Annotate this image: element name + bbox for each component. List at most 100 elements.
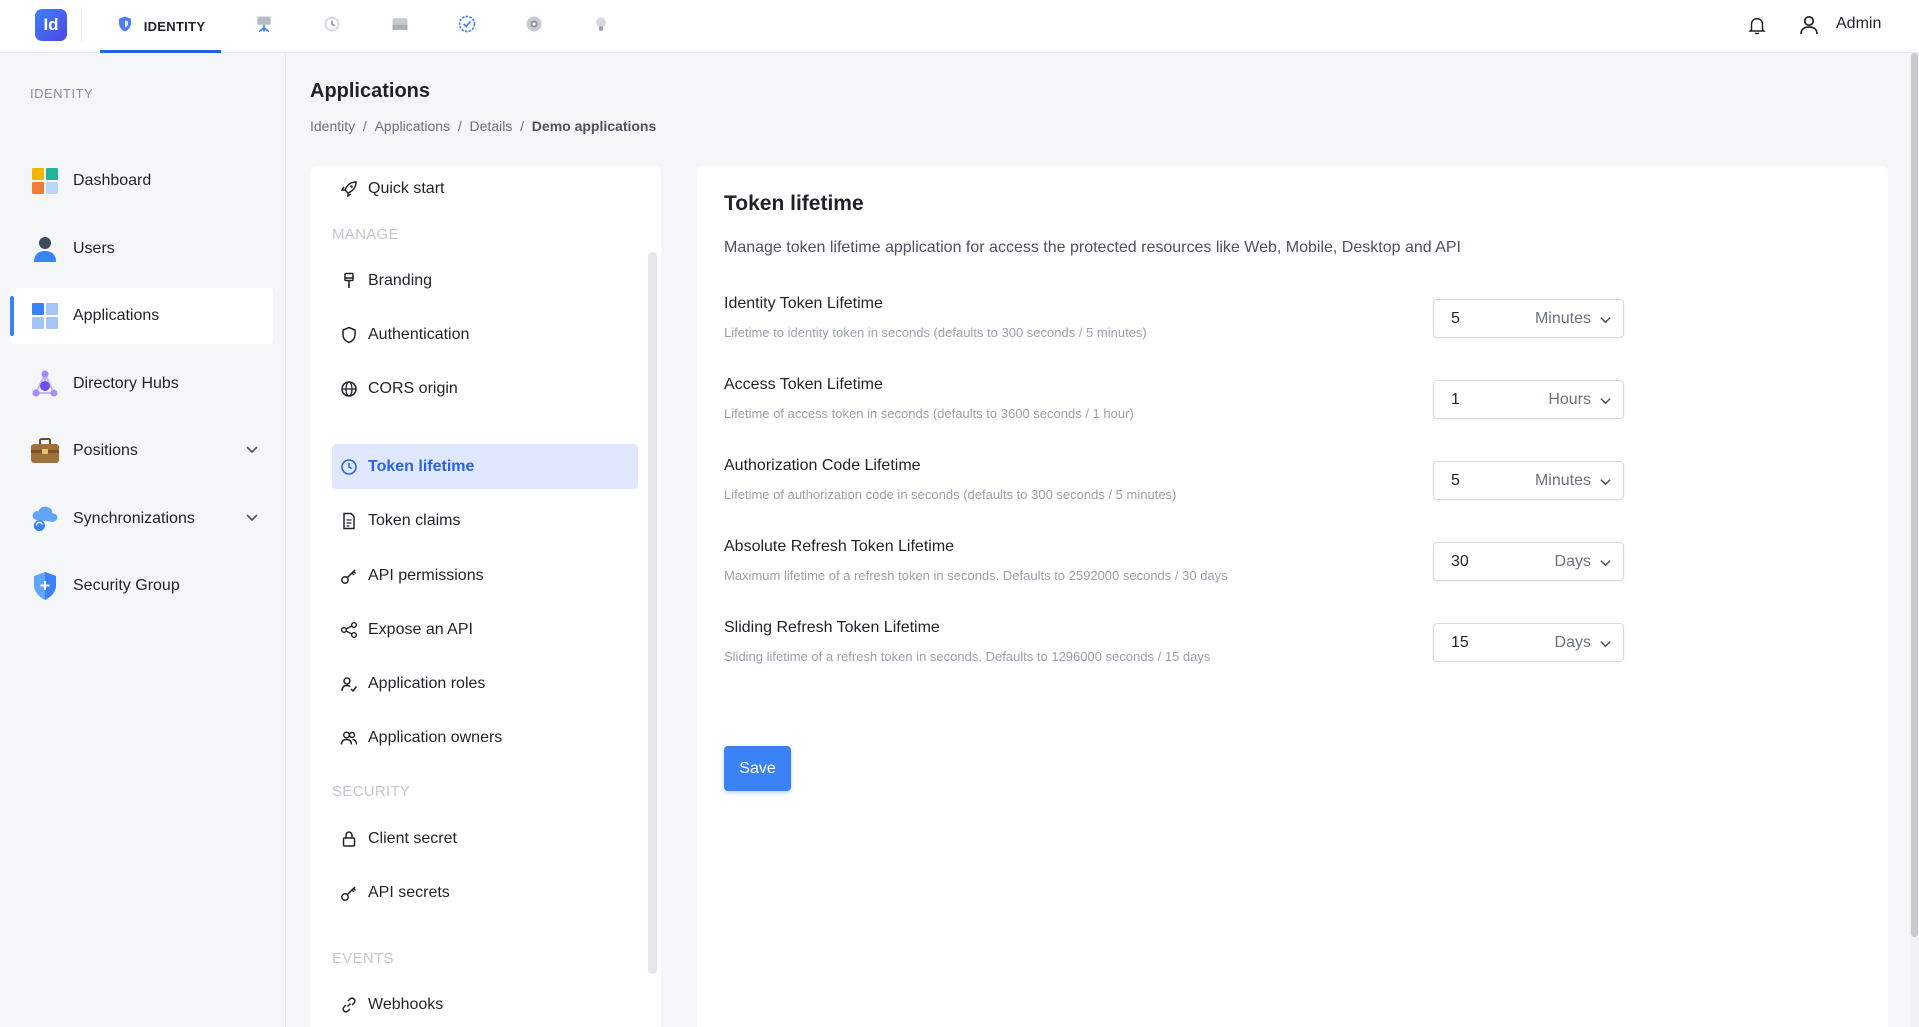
chevron-down-icon[interactable] [1599, 313, 1612, 331]
nav-scrollbar[interactable] [648, 252, 657, 974]
field-unit-select[interactable]: Days [1555, 634, 1591, 652]
absolute-refresh-token-lifetime-input[interactable]: 30 Days [1433, 542, 1624, 581]
sidebar-item-synchronizations[interactable]: Synchronizations [10, 491, 273, 547]
field-help-authorization-code: Lifetime of authorization code in second… [724, 487, 1177, 502]
key-icon [340, 884, 358, 902]
page-scrollbar[interactable] [1910, 53, 1919, 1027]
nav-item-label: Webhooks [368, 995, 444, 1013]
field-label-sliding-refresh: Sliding Refresh Token Lifetime [724, 619, 940, 636]
briefcase-icon [30, 436, 60, 466]
dashboard-icon [30, 166, 60, 196]
bell-icon[interactable] [1746, 14, 1768, 41]
nav-item-token-claims[interactable]: Token claims [332, 498, 638, 543]
sidebar-item-dashboard[interactable]: Dashboard [10, 153, 273, 209]
nav-item-quick-start[interactable]: Quick start [332, 166, 638, 211]
nav-item-label: Branding [368, 271, 433, 289]
globe-icon [340, 380, 358, 398]
chevron-down-icon[interactable] [245, 510, 259, 529]
chevron-down-icon[interactable] [1599, 637, 1612, 655]
sidebar-item-label: Applications [73, 307, 160, 324]
shield-icon [340, 326, 358, 344]
nav-item-expose-an-api[interactable]: Expose an API [332, 607, 638, 652]
nav-item-webhooks[interactable]: Webhooks [332, 982, 638, 1027]
field-help-absolute-refresh: Maximum lifetime of a refresh token in s… [724, 568, 1228, 583]
tab-identity[interactable]: IDENTITY [100, 0, 221, 53]
chevron-down-icon[interactable] [245, 442, 259, 461]
nav-item-label: Application roles [368, 674, 486, 692]
nav-item-label: Application owners [368, 728, 503, 746]
nav-item-label: CORS origin [368, 379, 458, 397]
nav-item-label: API secrets [368, 883, 450, 901]
application-nav-panel: Quick start MANAGE Branding Authenticati… [310, 166, 661, 1027]
breadcrumb-item[interactable]: Identity [310, 118, 355, 134]
nav-item-cors-origin[interactable]: CORS origin [332, 366, 638, 411]
field-unit-select[interactable]: Minutes [1535, 472, 1591, 490]
field-label-absolute-refresh: Absolute Refresh Token Lifetime [724, 538, 955, 555]
nav-item-authentication[interactable]: Authentication [332, 312, 638, 357]
tab-history[interactable] [318, 0, 346, 53]
breadcrumb-current: Demo applications [531, 118, 657, 134]
nav-item-label: Quick start [368, 179, 445, 197]
field-help-access-token: Lifetime of access token in seconds (def… [724, 406, 1134, 421]
chevron-down-icon[interactable] [1599, 394, 1612, 412]
sidebar-item-directory-hubs[interactable]: Directory Hubs [10, 356, 273, 412]
app-logo[interactable]: Id [35, 9, 67, 41]
tab-ideas[interactable] [587, 0, 615, 53]
paint-brush-icon [340, 272, 358, 290]
chevron-down-icon[interactable] [1599, 556, 1612, 574]
breadcrumb-separator: / [457, 118, 462, 134]
nav-item-label: Expose an API [368, 620, 473, 638]
save-button[interactable]: Save [724, 746, 791, 791]
sliding-refresh-token-lifetime-input[interactable]: 15 Days [1433, 623, 1624, 662]
sidebar-item-label: Security Group [73, 577, 180, 594]
sidebar-item-label: Users [73, 240, 115, 257]
page-scrollbar-thumb[interactable] [1911, 53, 1918, 937]
tab-verified[interactable] [453, 0, 481, 53]
nav-item-application-owners[interactable]: Application owners [332, 715, 638, 760]
sidebar-item-applications[interactable]: Applications [10, 288, 273, 344]
sidebar-item-positions[interactable]: Positions [10, 423, 273, 479]
nav-item-api-permissions[interactable]: API permissions [332, 553, 638, 598]
nav-section-events: EVENTS [332, 950, 394, 967]
nav-item-client-secret[interactable]: Client secret [332, 816, 638, 861]
sidebar-item-security-group[interactable]: Security Group [10, 558, 273, 614]
identity-token-lifetime-input[interactable]: 5 Minutes [1433, 299, 1624, 338]
breadcrumb-item[interactable]: Details [470, 118, 513, 134]
nav-item-label: Token lifetime [368, 457, 475, 475]
hub-icon [30, 369, 60, 399]
nav-item-token-lifetime[interactable]: Token lifetime [332, 444, 638, 489]
cloud-sync-icon [30, 504, 60, 534]
sidebar-item-users[interactable]: Users [10, 221, 273, 277]
security-shield-icon [30, 571, 60, 601]
user-icon[interactable] [1797, 13, 1821, 42]
chevron-down-icon[interactable] [1599, 475, 1612, 493]
user-icon [30, 234, 60, 264]
nav-item-api-secrets[interactable]: API secrets [332, 870, 638, 915]
user-role-icon [340, 675, 358, 693]
users-icon [340, 729, 358, 747]
field-label-identity-token: Identity Token Lifetime [724, 295, 883, 312]
authorization-code-lifetime-input[interactable]: 5 Minutes [1433, 461, 1624, 500]
breadcrumb-item[interactable]: Applications [375, 118, 451, 134]
page-title: Applications [310, 80, 431, 102]
field-value: 5 [1451, 310, 1460, 327]
sidebar-item-label: Positions [73, 442, 138, 459]
field-unit-select[interactable]: Days [1555, 553, 1591, 571]
sidebar-item-label: Dashboard [73, 172, 152, 189]
access-token-lifetime-input[interactable]: 1 Hours [1433, 380, 1624, 419]
tab-storage[interactable] [386, 0, 414, 53]
field-unit-select[interactable]: Minutes [1535, 310, 1591, 328]
nav-item-branding[interactable]: Branding [332, 258, 638, 303]
field-help-sliding-refresh: Sliding lifetime of a refresh token in s… [724, 649, 1211, 664]
field-value: 30 [1451, 553, 1469, 570]
nav-item-application-roles[interactable]: Application roles [332, 661, 638, 706]
field-unit-select[interactable]: Hours [1548, 391, 1591, 409]
sidebar-section-title: IDENTITY [30, 86, 94, 101]
user-name[interactable]: Admin [1836, 15, 1881, 33]
divider [81, 8, 82, 42]
history-icon [322, 14, 342, 39]
nav-item-label: API permissions [368, 566, 484, 584]
tab-network[interactable] [250, 0, 278, 53]
tab-settings[interactable] [520, 0, 548, 53]
field-help-identity-token: Lifetime to identity token in seconds (d… [724, 325, 1147, 340]
